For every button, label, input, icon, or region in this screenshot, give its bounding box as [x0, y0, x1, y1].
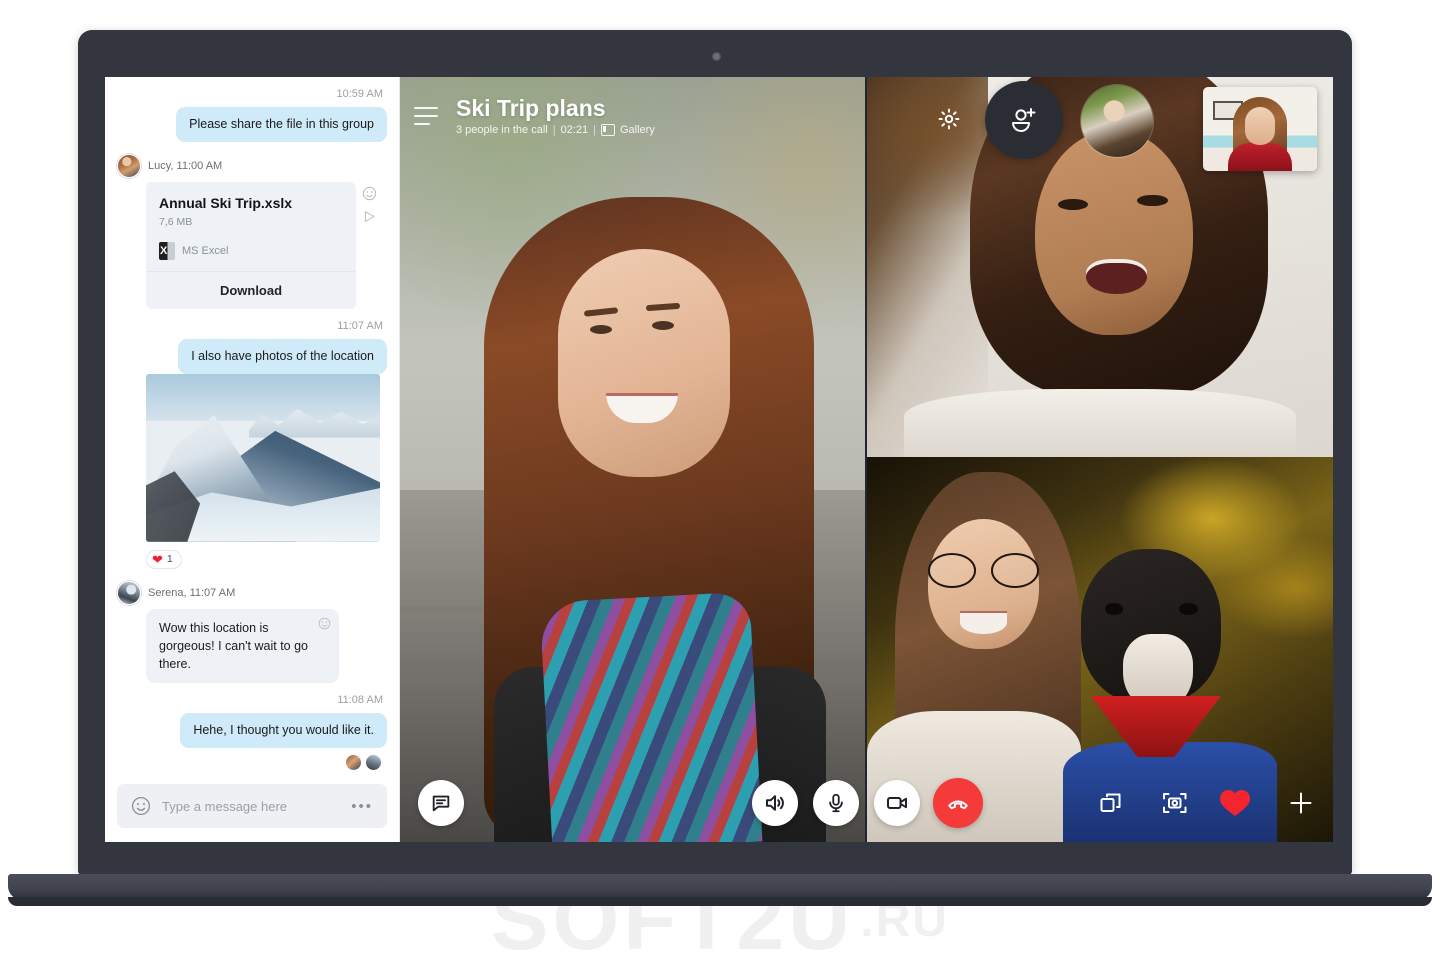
video-button[interactable]	[874, 780, 920, 826]
file-size: 7,6 MB	[159, 215, 193, 228]
heart-reaction-button[interactable]	[1212, 780, 1258, 826]
chat-panel: 10:59 AM Please share the file in this g…	[105, 77, 400, 842]
main-video-tile[interactable]: Ski Trip plans 3 people in the call | 02…	[400, 77, 865, 842]
message-timestamp: 10:59 AM	[336, 88, 383, 100]
screen-share-button[interactable]	[1088, 780, 1134, 826]
avatar[interactable]	[346, 755, 361, 770]
message-input[interactable]: Type a message here	[162, 799, 340, 814]
participant-count: 3 people in the call	[456, 124, 548, 137]
message-bubble-outgoing[interactable]: Hehe, I thought you would like it.	[180, 713, 387, 748]
call-header: Ski Trip plans 3 people in the call | 02…	[400, 77, 865, 155]
participant-eye-right	[652, 321, 674, 330]
skype-app-window: 10:59 AM Please share the file in this g…	[105, 77, 1333, 842]
photo-message	[146, 373, 387, 542]
snapshot-button[interactable]	[1152, 780, 1198, 826]
snowy-mountain-photo[interactable]	[146, 373, 380, 542]
main-participant-video	[484, 197, 826, 842]
webcam-dot-icon	[712, 52, 721, 61]
participant-eye-left	[1058, 198, 1089, 210]
separator: |	[552, 124, 556, 137]
chat-message-list[interactable]: 10:59 AM Please share the file in this g…	[105, 77, 399, 774]
participant-eye-right	[1137, 194, 1168, 207]
eyeglasses-icon	[927, 553, 1040, 589]
file-name: Annual Ski Trip.xslx	[159, 194, 293, 211]
photo-sky	[146, 373, 380, 421]
smiley-icon[interactable]	[318, 617, 331, 630]
file-card-body: Annual Ski Trip.xslx 7,6 MB MS Excel	[146, 182, 356, 271]
message-row-outgoing: Please share the file in this group	[117, 107, 387, 142]
dog-eye-right	[1179, 603, 1198, 615]
message-bubble-outgoing[interactable]: I also have photos of the location	[178, 338, 387, 374]
heart-icon: ❤	[152, 551, 163, 567]
participant-smile	[960, 611, 1007, 635]
message-row-outgoing: Hehe, I thought you would like it.	[117, 713, 387, 748]
file-app-row: MS Excel	[159, 241, 343, 260]
call-area: Ski Trip plans 3 people in the call | 02…	[400, 77, 1333, 842]
sender-name-label: Serena, 11:07 AM	[148, 586, 236, 599]
more-dots-icon[interactable]: •••	[351, 798, 373, 815]
call-subtitle: 3 people in the call | 02:21 | Gallery	[456, 124, 655, 137]
sender-name-label: Lucy, 11:00 AM	[148, 159, 223, 172]
chat-button[interactable]	[418, 780, 464, 826]
message-row-incoming: Wow this location is gorgeous! I can't w…	[146, 608, 387, 684]
speaker-button[interactable]	[752, 780, 798, 826]
reaction-count: 1	[166, 553, 173, 566]
dog-eye-left	[1104, 603, 1124, 615]
avatar[interactable]	[366, 755, 381, 770]
avatar[interactable]	[117, 580, 141, 605]
gear-icon[interactable]	[937, 107, 961, 131]
file-message: Annual Ski Trip.xslx 7,6 MB MS Excel Dow…	[146, 181, 387, 309]
excel-icon	[159, 241, 175, 260]
page-title: Ski Trip plans	[456, 94, 606, 121]
add-person-icon[interactable]	[985, 81, 1063, 159]
call-control-bar	[400, 762, 1333, 842]
reaction-badge[interactable]: ❤ 1	[146, 549, 182, 569]
file-app-label: MS Excel	[182, 244, 229, 257]
message-actions	[362, 182, 377, 224]
forward-icon[interactable]	[362, 209, 377, 224]
file-card[interactable]: Annual Ski Trip.xslx 7,6 MB MS Excel Dow…	[146, 181, 356, 309]
read-receipts	[117, 755, 381, 770]
laptop-base-lip	[8, 897, 1432, 906]
call-top-controls	[913, 77, 1333, 181]
composer-box[interactable]: Type a message here •••	[117, 784, 387, 828]
message-timestamp: 11:08 AM	[337, 694, 383, 707]
message-sender-line: Serena, 11:07 AM	[117, 580, 387, 605]
self-view-pip[interactable]	[1203, 87, 1317, 171]
mic-button[interactable]	[813, 780, 859, 826]
hamburger-icon[interactable]	[414, 107, 438, 125]
end-call-button[interactable]	[933, 778, 983, 828]
message-sender-line: Lucy, 11:00 AM	[117, 153, 387, 178]
participant-shoulder	[904, 388, 1296, 457]
participant-face	[558, 249, 730, 477]
message-composer: Type a message here •••	[105, 774, 399, 842]
message-bubble-incoming[interactable]: Wow this location is gorgeous! I can't w…	[146, 608, 339, 684]
laptop-mockup: 10:59 AM Please share the file in this g…	[0, 0, 1440, 961]
smiley-icon[interactable]	[362, 186, 377, 201]
message-timestamp: 11:07 AM	[337, 319, 383, 332]
participant-avatar[interactable]	[1081, 85, 1153, 157]
layout-label[interactable]: Gallery	[620, 124, 655, 136]
message-bubble-outgoing[interactable]: Please share the file in this group	[176, 107, 387, 142]
separator: |	[593, 124, 596, 137]
gallery-icon	[600, 124, 615, 137]
add-button[interactable]	[1278, 780, 1324, 826]
download-button[interactable]: Download	[146, 270, 356, 309]
self-shirt	[1228, 143, 1292, 171]
participant-grid	[865, 77, 1333, 842]
message-row-outgoing: I also have photos of the location	[117, 338, 387, 374]
avatar[interactable]	[117, 153, 141, 178]
participant-eye-left	[590, 325, 612, 334]
smiley-icon[interactable]	[131, 796, 151, 816]
call-header-text: Ski Trip plans 3 people in the call | 02…	[456, 94, 655, 137]
self-face	[1245, 107, 1275, 145]
participant-mouth	[1086, 259, 1147, 294]
message-text: Wow this location is gorgeous! I can't w…	[159, 620, 309, 671]
call-duration: 02:21	[560, 124, 589, 137]
